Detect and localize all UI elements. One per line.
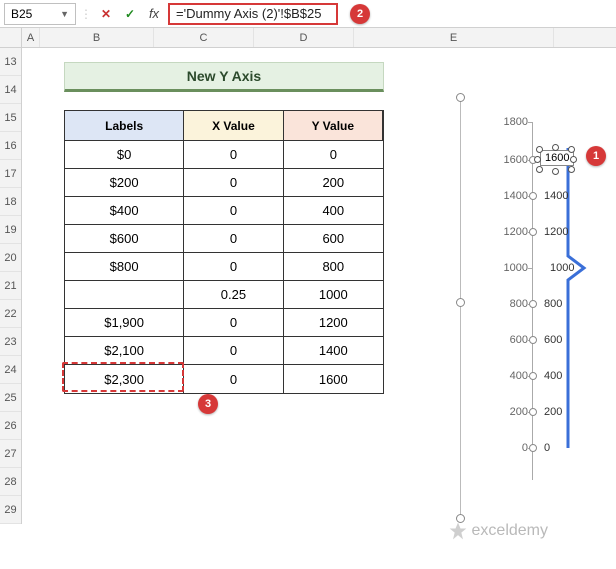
cancel-icon[interactable]: ✕ xyxy=(96,4,116,24)
name-box[interactable]: B25 ▼ xyxy=(4,3,76,25)
data-table: Labels X Value Y Value $000 $2000200 $40… xyxy=(64,110,384,394)
table-row: $6000600 xyxy=(65,225,383,253)
row-header[interactable]: 16 xyxy=(0,132,21,160)
axis-tick: 1400 xyxy=(496,190,528,202)
row-headers: 13 14 15 16 17 18 19 20 21 22 23 24 25 2… xyxy=(0,48,22,524)
data-point[interactable] xyxy=(529,336,537,344)
name-box-value: B25 xyxy=(11,7,32,21)
row-header[interactable]: 21 xyxy=(0,272,21,300)
col-yvalue: Y Value xyxy=(284,111,383,141)
row-header[interactable]: 25 xyxy=(0,384,21,412)
data-point[interactable] xyxy=(529,408,537,416)
chevron-down-icon[interactable]: ▼ xyxy=(60,9,69,19)
data-label[interactable]: 1400 xyxy=(544,190,568,202)
col-header-A[interactable]: A xyxy=(22,28,40,47)
formula-input[interactable]: ='Dummy Axis (2)'!$B$25 xyxy=(168,3,338,25)
col-header-C[interactable]: C xyxy=(154,28,254,47)
data-point[interactable] xyxy=(529,300,537,308)
col-header-B[interactable]: B xyxy=(40,28,154,47)
data-label[interactable]: 1200 xyxy=(544,226,568,238)
axis-tick: 800 xyxy=(496,298,528,310)
section-title: New Y Axis xyxy=(64,62,384,92)
table-row: $2,30001600 xyxy=(65,365,383,393)
row-header[interactable]: 23 xyxy=(0,328,21,356)
series-line[interactable] xyxy=(566,122,606,482)
callout-badge-2: 2 xyxy=(350,4,370,24)
row-header[interactable]: 18 xyxy=(0,188,21,216)
col-xvalue: X Value xyxy=(184,111,283,141)
data-point[interactable] xyxy=(529,372,537,380)
table-row: $4000400 xyxy=(65,197,383,225)
table-row: $2000200 xyxy=(65,169,383,197)
table-row: $000 xyxy=(65,141,383,169)
axis-tick: 1000 xyxy=(496,262,528,274)
select-all-corner[interactable] xyxy=(0,28,22,47)
axis-tick: 400 xyxy=(496,370,528,382)
col-header-E[interactable]: E xyxy=(354,28,554,47)
table-row: $2,10001400 xyxy=(65,337,383,365)
col-labels: Labels xyxy=(65,111,184,141)
accept-icon[interactable]: ✓ xyxy=(120,4,140,24)
row-header[interactable]: 13 xyxy=(0,48,21,76)
formula-text: ='Dummy Axis (2)'!$B$25 xyxy=(176,6,322,21)
watermark: exceldemy xyxy=(448,521,548,541)
row-header[interactable]: 14 xyxy=(0,76,21,104)
embedded-chart[interactable]: 1800 1600 1400 1200 1000 800 600 400 200… xyxy=(468,110,616,510)
axis-tick: 1800 xyxy=(496,116,528,128)
column-headers: A B C D E xyxy=(0,28,616,48)
callout-badge-1: 1 xyxy=(586,146,606,166)
data-label[interactable]: 400 xyxy=(544,370,562,382)
data-point[interactable] xyxy=(529,228,537,236)
table-row: 0.251000 xyxy=(65,281,383,309)
data-label[interactable]: 1000 xyxy=(550,262,574,274)
callout-badge-3: 3 xyxy=(198,394,218,414)
row-header[interactable]: 27 xyxy=(0,440,21,468)
axis-tick: 0 xyxy=(496,442,528,454)
fx-icon[interactable]: fx xyxy=(144,4,164,24)
table-row: $1,90001200 xyxy=(65,309,383,337)
row-header[interactable]: 28 xyxy=(0,468,21,496)
table-row: $8000800 xyxy=(65,253,383,281)
row-header[interactable]: 19 xyxy=(0,216,21,244)
axis-tick: 1200 xyxy=(496,226,528,238)
separator: ⋮ xyxy=(80,7,92,21)
axis-tick: 200 xyxy=(496,406,528,418)
axis-tick: 600 xyxy=(496,334,528,346)
row-header[interactable]: 15 xyxy=(0,104,21,132)
data-point[interactable] xyxy=(529,192,537,200)
axis-tick: 1600 xyxy=(496,154,528,166)
star-icon xyxy=(448,521,468,541)
row-header[interactable]: 26 xyxy=(0,412,21,440)
data-label[interactable]: 200 xyxy=(544,406,562,418)
formula-bar: B25 ▼ ⋮ ✕ ✓ fx ='Dummy Axis (2)'!$B$25 2 xyxy=(0,0,616,28)
data-label[interactable]: 600 xyxy=(544,334,562,346)
row-header[interactable]: 20 xyxy=(0,244,21,272)
data-label[interactable]: 0 xyxy=(544,442,550,454)
data-point[interactable] xyxy=(529,444,537,452)
row-header[interactable]: 29 xyxy=(0,496,21,524)
row-header[interactable]: 17 xyxy=(0,160,21,188)
col-header-D[interactable]: D xyxy=(254,28,354,47)
row-header[interactable]: 22 xyxy=(0,300,21,328)
data-label[interactable]: 800 xyxy=(544,298,562,310)
row-header[interactable]: 24 xyxy=(0,356,21,384)
